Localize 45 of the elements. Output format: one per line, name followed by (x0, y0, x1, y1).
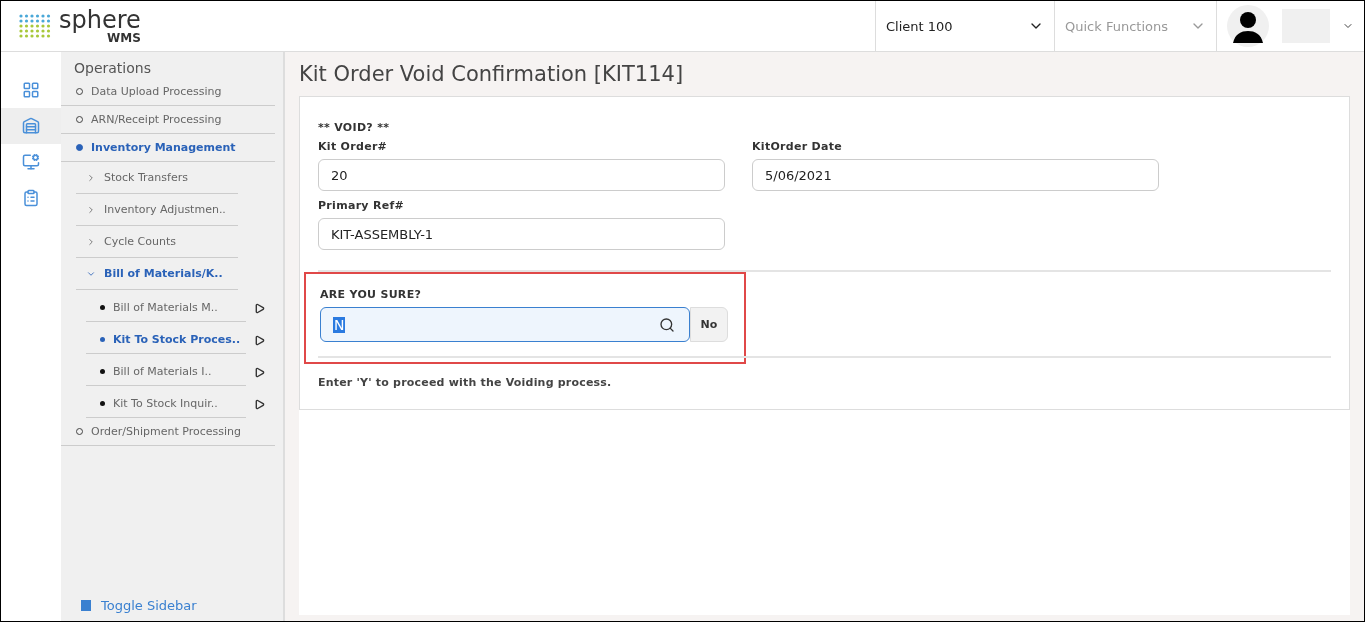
sidebar-subitem[interactable]: Kit To Stock Proces.. (86, 326, 246, 354)
input-field[interactable]: 20 (318, 159, 725, 191)
logo-globe-icon (17, 12, 53, 40)
clipboard-icon (22, 189, 40, 207)
sidebar-group[interactable]: Bill of Materials/K.. (76, 258, 238, 290)
toggle-sidebar-link[interactable]: Toggle Sidebar (81, 598, 283, 613)
value-description: No (690, 307, 728, 342)
input-field[interactable]: 5/06/2021 (752, 159, 1159, 191)
play-icon[interactable] (254, 334, 265, 346)
field-label: Kit Order# (318, 140, 389, 153)
field-label: ARE YOU SURE? (320, 288, 423, 301)
sidebar-subitem[interactable]: Kit To Stock Inquir.. (86, 390, 246, 418)
sidebar-group[interactable]: Inventory Adjustmen.. (76, 194, 238, 226)
play-icon[interactable] (254, 302, 265, 314)
client-dropdown[interactable]: Client 100 (875, 1, 1054, 51)
page-title: Kit Order Void Confirmation [KIT114] (299, 62, 685, 86)
input-field[interactable]: N (320, 307, 690, 342)
warehouse-icon (22, 117, 40, 135)
sidebar-group[interactable]: Stock Transfers (76, 162, 238, 194)
logo-subtitle: WMS (107, 32, 141, 44)
chevron-right-icon (86, 204, 96, 215)
sidebar-item[interactable]: Inventory Management (61, 134, 275, 162)
search-icon[interactable] (659, 316, 675, 333)
monitor-gear-icon (22, 153, 40, 171)
input-field[interactable]: KIT-ASSEMBLY-1 (318, 218, 725, 250)
grid-icon (22, 81, 40, 99)
sidebar-subitem[interactable]: Bill of Materials I.. (86, 358, 246, 386)
chevron-right-icon (86, 172, 96, 183)
sidebar-subitem[interactable]: Bill of Materials M.. (86, 294, 246, 322)
play-icon[interactable] (254, 366, 265, 378)
sidebar-item[interactable]: ARN/Receipt Processing (61, 106, 275, 134)
sidebar-item[interactable]: Order/Shipment Processing (61, 418, 275, 446)
field-label: KitOrder Date (752, 140, 844, 153)
chevron-right-icon (86, 236, 96, 247)
help-text: Enter 'Y' to proceed with the Voiding process. (318, 376, 613, 389)
nav-rail-button[interactable] (1, 108, 61, 144)
sidebar-group[interactable]: Cycle Counts (76, 226, 238, 258)
logo-name: sphere (59, 8, 141, 32)
play-icon[interactable] (254, 398, 265, 410)
section-heading: ** VOID? ** (318, 121, 391, 134)
avatar-icon (1227, 5, 1269, 47)
quick-functions-dropdown[interactable]: Quick Functions (1054, 1, 1216, 51)
field-label: Primary Ref# (318, 199, 406, 212)
sidebar-item[interactable]: Data Upload Processing (61, 78, 275, 106)
sidebar-title: Operations (73, 60, 152, 78)
